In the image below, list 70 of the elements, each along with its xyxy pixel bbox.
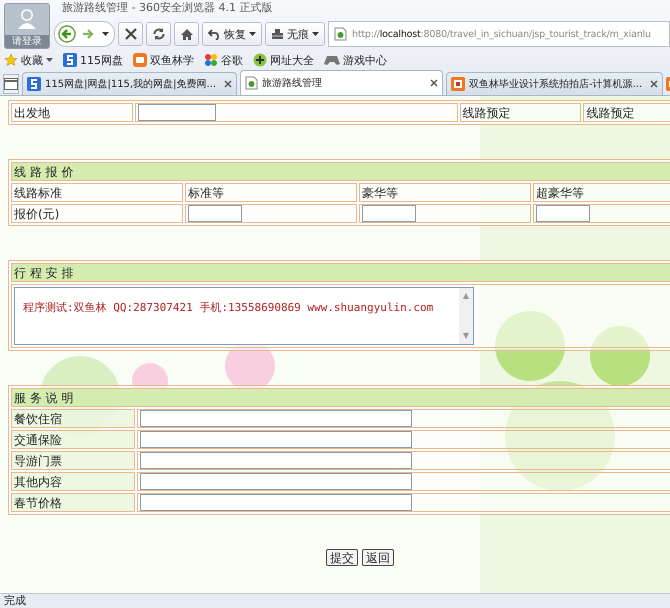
browser-tab[interactable]: 115网盘|网盘|115,我的网盘|免费网... bbox=[22, 72, 237, 95]
field-label: 春节价格 bbox=[11, 493, 135, 512]
bookmark-link[interactable]: 谷歌 bbox=[204, 52, 243, 68]
restore-button[interactable]: 恢复 bbox=[202, 22, 262, 46]
window-title: 旅游路线管理 - 360安全浏览器 4.1 正式版 bbox=[61, 0, 274, 16]
shop-logo-icon bbox=[133, 53, 147, 67]
service-input[interactable] bbox=[140, 431, 412, 448]
price-input[interactable] bbox=[536, 205, 590, 222]
bookmark-link[interactable]: 网址大全 bbox=[253, 52, 314, 68]
field-label: 出发地 bbox=[11, 103, 133, 122]
gamepad-icon bbox=[324, 54, 340, 66]
stop-button[interactable] bbox=[118, 22, 143, 46]
window-icon bbox=[4, 78, 18, 90]
home-button[interactable] bbox=[174, 22, 199, 46]
field-label: 线路预定 bbox=[583, 103, 670, 122]
hat-icon bbox=[271, 28, 284, 40]
service-input[interactable] bbox=[140, 410, 412, 427]
s-logo-icon bbox=[63, 53, 77, 67]
service-input[interactable] bbox=[140, 473, 412, 490]
field-label: 其他内容 bbox=[11, 472, 135, 491]
caret-icon bbox=[249, 32, 256, 36]
field-label: 线路预定 bbox=[460, 103, 582, 122]
bookmark-link[interactable]: 游戏中心 bbox=[324, 52, 387, 68]
refresh-icon bbox=[152, 27, 166, 41]
plus-icon bbox=[253, 53, 267, 67]
tab-list-button[interactable] bbox=[3, 74, 19, 94]
browser-tab[interactable]: 双鱼林毕业设计系统拍拍店-计算机源... bbox=[446, 72, 664, 95]
close-icon[interactable] bbox=[650, 80, 658, 88]
field-label: 报价(元) bbox=[11, 204, 183, 223]
service-input[interactable] bbox=[140, 452, 412, 469]
s-logo-icon bbox=[27, 77, 41, 91]
section-header: 线 路 报 价 bbox=[11, 162, 670, 181]
caret-icon bbox=[312, 32, 319, 36]
forward-arrow-icon bbox=[82, 28, 96, 40]
price-input[interactable] bbox=[188, 205, 242, 222]
caret-icon bbox=[102, 32, 109, 36]
departure-input[interactable] bbox=[138, 104, 216, 121]
refresh-button[interactable] bbox=[146, 22, 171, 46]
form-button[interactable]: 提交 bbox=[326, 549, 358, 566]
section-header: 服 务 说 明 bbox=[11, 388, 670, 407]
column-header: 豪华等 bbox=[358, 183, 531, 202]
close-icon[interactable] bbox=[224, 80, 232, 88]
private-mode-button[interactable]: 无痕 bbox=[265, 22, 325, 46]
bookmark-link[interactable]: 115网盘 bbox=[63, 52, 123, 68]
home-icon bbox=[180, 28, 194, 40]
bookmark-link[interactable]: 收藏 bbox=[4, 52, 53, 68]
page-icon bbox=[245, 76, 258, 90]
close-icon[interactable] bbox=[430, 79, 438, 87]
undo-arrow-icon bbox=[208, 28, 221, 40]
field-label: 导游门票 bbox=[11, 451, 135, 470]
column-header: 标准等 bbox=[184, 183, 357, 202]
caret-icon bbox=[46, 58, 53, 62]
section-header: 行 程 安 排 bbox=[11, 263, 670, 282]
login-avatar[interactable]: 请登录 bbox=[4, 3, 50, 49]
field-label: 餐饮住宿 bbox=[11, 409, 135, 428]
close-icon bbox=[124, 28, 136, 40]
address-bar[interactable]: http://localhost:8080/travel_in_sichuan/jsp_tourist_track/m_xianlu bbox=[328, 21, 670, 47]
page-icon bbox=[334, 27, 347, 41]
dots-logo-icon bbox=[204, 53, 218, 67]
field-label: 交通保险 bbox=[11, 430, 135, 449]
browser-tab[interactable]: 旅游路线管理 bbox=[240, 70, 443, 95]
bookmark-link[interactable]: 双鱼林学 bbox=[133, 52, 194, 68]
service-input[interactable] bbox=[140, 494, 412, 511]
column-header: 线路标准 bbox=[11, 183, 183, 202]
column-header: 超豪华等 bbox=[532, 183, 670, 202]
star-icon bbox=[4, 53, 18, 67]
form-button[interactable]: 返回 bbox=[362, 549, 394, 566]
status-bar: 完成 bbox=[0, 593, 670, 608]
shop-logo-icon bbox=[451, 77, 465, 91]
price-input[interactable] bbox=[362, 205, 416, 222]
